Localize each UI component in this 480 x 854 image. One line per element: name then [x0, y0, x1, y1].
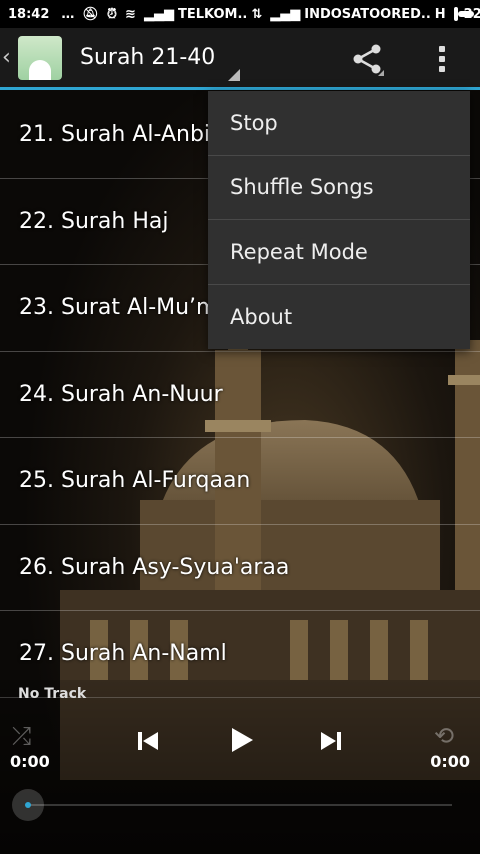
wifi-icon: ≋	[125, 6, 136, 22]
seek-bar[interactable]	[28, 804, 452, 806]
network-type: H	[434, 6, 446, 22]
list-item[interactable]: 24. Surah An-Nuur	[0, 352, 480, 438]
next-track-icon[interactable]	[318, 728, 344, 754]
list-item[interactable]: 26. Surah Asy-Syua'araa	[0, 525, 480, 611]
shuffle-icon[interactable]: ⤮	[12, 722, 46, 750]
app-logo-icon[interactable]	[18, 35, 62, 80]
data-transfer-icon: ⇅	[251, 6, 263, 22]
more-notifications-icon: …	[61, 6, 75, 22]
mute-icon: 🔕︎	[82, 6, 99, 22]
music-player-bar: No Track ⤮ ⟲ 0:00 0:00	[0, 680, 480, 854]
menu-item-shuffle-songs[interactable]: Shuffle Songs	[208, 156, 470, 220]
share-icon[interactable]	[350, 42, 384, 76]
overflow-menu-icon[interactable]	[432, 42, 452, 76]
dropdown-indicator-icon	[228, 68, 240, 81]
back-chevron-icon[interactable]: ‹	[2, 45, 16, 70]
status-bar: 18:42 … 🔕︎ ⏰︎ ≋ ▂▄▆ TELKOM.. ⇅ ▂▄▆ INDOS…	[0, 0, 480, 28]
battery-icon	[453, 7, 474, 21]
menu-item-stop[interactable]: Stop	[208, 91, 470, 156]
action-bar: ‹ Surah 21-40	[0, 28, 480, 90]
carrier-1: TELKOM..	[177, 6, 248, 22]
menu-item-about[interactable]: About	[208, 285, 470, 350]
seek-thumb[interactable]	[12, 789, 44, 821]
elapsed-time: 0:00	[10, 752, 50, 771]
total-duration: 0:00	[430, 752, 470, 771]
playlist-spinner[interactable]: Surah 21-40	[80, 27, 240, 89]
status-time: 18:42	[8, 6, 50, 22]
signal-icon: ▂▄▆	[143, 6, 174, 22]
signal-icon-2: ▂▄▆	[270, 6, 301, 22]
list-item[interactable]: 25. Surah Al-Furqaan	[0, 438, 480, 525]
page-title: Surah 21-40	[80, 44, 216, 70]
menu-item-repeat-mode[interactable]: Repeat Mode	[208, 220, 470, 285]
alarm-icon: ⏰︎	[106, 6, 118, 22]
overflow-popup-menu: Stop Shuffle Songs Repeat Mode About	[208, 91, 470, 349]
carrier-2: INDOSATOORED..	[304, 6, 431, 22]
play-icon[interactable]	[226, 725, 256, 755]
repeat-icon[interactable]: ⟲	[434, 722, 468, 750]
track-name: No Track	[18, 686, 87, 702]
previous-track-icon[interactable]	[135, 728, 161, 754]
